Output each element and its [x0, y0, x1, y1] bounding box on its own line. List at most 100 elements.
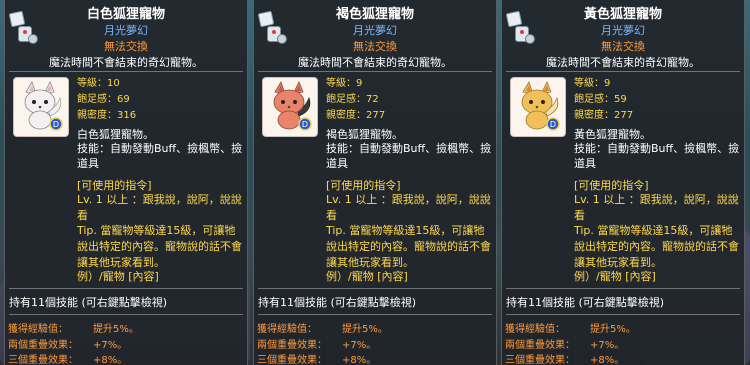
skill-count: 持有11個技能 (可右鍵點擊檢視) — [9, 296, 168, 309]
bonus-label: 獲得經驗值： — [505, 324, 565, 335]
bonus-label: 獲得經驗值： — [8, 324, 68, 335]
command-example: 例）/寵物 [內容] — [326, 270, 408, 283]
fullness-label: 飽足感： — [326, 94, 366, 105]
pet-skills: 技能：自動發動Buff、撿楓幣、撿道具 — [77, 142, 243, 170]
command-tip: Tip. 當寵物等級達15級，可讓牠說出特定的內容。寵物說的話不會讓其他玩家看到… — [326, 224, 491, 269]
svg-text:D: D — [53, 120, 59, 129]
commands-title: [可使用的指令] — [574, 179, 649, 192]
divider — [9, 71, 243, 72]
commands-title: [可使用的指令] — [77, 179, 152, 192]
pet-stats: 等級：10 飽足感：69 親密度：316 — [77, 76, 136, 124]
command-example: 例）/寵物 [內容] — [574, 270, 656, 283]
pet-portrait: D — [13, 77, 69, 137]
level-value: 9 — [356, 78, 363, 89]
trade-status: 無法交換 — [353, 40, 397, 53]
pet-tooltip-white-fox: 白色狐狸寵物 月光夢幻 無法交換 魔法時間不會結束的奇幻寵物。 D 等級：10 … — [4, 0, 248, 365]
divider — [258, 314, 492, 315]
command-level-1: Lv. 1 以上 ：跟我說，說阿，說說看 — [77, 193, 242, 222]
pet-portrait: D — [262, 77, 318, 137]
divider — [506, 71, 740, 72]
fullness-value: 59 — [614, 94, 627, 105]
pet-stats: 等級：9 飽足感：59 親密度：277 — [574, 76, 633, 124]
bonus-row: 獲得經驗值： 提升5%。 — [5, 320, 247, 335]
pet-skills: 技能：自動發動Buff、撿楓幣、撿道具 — [326, 142, 492, 170]
level-label: 等級： — [77, 78, 107, 89]
intimacy-label: 親密度： — [326, 110, 366, 121]
fullness-value: 69 — [117, 94, 130, 105]
bonus-label: 三個重疊效果： — [505, 355, 575, 365]
pet-stats: 等級：9 飽足感：72 親密度：277 — [326, 76, 385, 124]
fullness-value: 72 — [366, 94, 379, 105]
divider — [258, 288, 492, 289]
pet-name-text: 白色狐狸寵物。 — [77, 128, 154, 141]
bonus-value: +8%。 — [342, 355, 377, 365]
divider — [506, 314, 740, 315]
command-example: 例）/寵物 [內容] — [77, 270, 159, 283]
trade-status: 無法交換 — [104, 40, 148, 53]
bonus-row: 三個重疊效果： +8%。 — [502, 351, 744, 365]
bonus-row: 兩個重疊效果： +7%。 — [502, 336, 744, 351]
bonus-label: 兩個重疊效果： — [257, 340, 327, 351]
commands-title: [可使用的指令] — [326, 179, 401, 192]
fox-icon: D — [521, 81, 560, 131]
bonus-label: 三個重疊效果： — [257, 355, 327, 365]
bonus-row: 獲得經驗值： 提升5%。 — [254, 320, 496, 335]
fullness-label: 飽足感： — [574, 94, 614, 105]
divider — [258, 71, 492, 72]
bonus-value: +8%。 — [93, 355, 128, 365]
level-value: 9 — [604, 78, 611, 89]
bonus-label: 兩個重疊效果： — [8, 340, 78, 351]
bonus-row: 三個重疊效果： +8%。 — [254, 351, 496, 365]
bonus-row: 三個重疊效果： +8%。 — [5, 351, 247, 365]
pet-name-text: 黃色狐狸寵物。 — [574, 128, 651, 141]
pet-subtitle: 月光夢幻 — [353, 24, 397, 37]
pet-skills: 技能：自動發動Buff、撿楓幣、撿道具 — [574, 142, 740, 170]
level-label: 等級： — [326, 78, 356, 89]
pet-title: 黃色狐狸寵物 — [583, 7, 662, 22]
trade-status: 無法交換 — [601, 40, 645, 53]
bonus-value: 提升5%。 — [590, 324, 636, 335]
skill-count: 持有11個技能 (可右鍵點擊檢視) — [506, 296, 665, 309]
bonus-row: 獲得經驗值： 提升5%。 — [502, 320, 744, 335]
pet-subtitle: 月光夢幻 — [104, 24, 148, 37]
pet-title: 白色狐狸寵物 — [86, 7, 165, 22]
svg-text:D: D — [302, 120, 308, 129]
divider — [506, 288, 740, 289]
bonus-value: +7%。 — [590, 340, 625, 351]
fullness-label: 飽足感： — [77, 94, 117, 105]
bonus-row: 兩個重疊效果： +7%。 — [254, 336, 496, 351]
pet-description: 魔法時間不會結束的奇幻寵物。 — [546, 56, 700, 69]
command-level-1: Lv. 1 以上 ：跟我說，說阿，說說看 — [326, 193, 491, 222]
fox-icon: D — [273, 81, 312, 131]
bonus-value: 提升5%。 — [342, 324, 388, 335]
pet-title: 褐色狐狸寵物 — [335, 7, 414, 22]
command-tip: Tip. 當寵物等級達15級，可讓牠說出特定的內容。寵物說的話不會讓其他玩家看到… — [77, 224, 242, 269]
pet-description: 魔法時間不會結束的奇幻寵物。 — [49, 56, 203, 69]
svg-text:D: D — [550, 120, 556, 129]
command-level-1: Lv. 1 以上 ：跟我說，說阿，說說看 — [574, 193, 739, 222]
pet-tooltip-brown-fox: 褐色狐狸寵物 月光夢幻 無法交換 魔法時間不會結束的奇幻寵物。 D 等級：9 飽… — [253, 0, 497, 365]
pet-name-text: 褐色狐狸寵物。 — [326, 128, 403, 141]
bonus-value: +7%。 — [93, 340, 128, 351]
divider — [9, 288, 243, 289]
bonus-label: 三個重疊效果： — [8, 355, 78, 365]
intimacy-value: 277 — [614, 110, 634, 121]
bonus-value: +7%。 — [342, 340, 377, 351]
bonus-label: 兩個重疊效果： — [505, 340, 575, 351]
bonus-value: 提升5%。 — [93, 324, 139, 335]
intimacy-label: 親密度： — [574, 110, 614, 121]
bonus-label: 獲得經驗值： — [257, 324, 317, 335]
level-label: 等級： — [574, 78, 604, 89]
divider — [9, 314, 243, 315]
command-tip: Tip. 當寵物等級達15級，可讓牠說出特定的內容。寵物說的話不會讓其他玩家看到… — [574, 224, 739, 269]
level-value: 10 — [107, 78, 120, 89]
pet-subtitle: 月光夢幻 — [601, 24, 645, 37]
pet-tooltip-yellow-fox: 黃色狐狸寵物 月光夢幻 無法交換 魔法時間不會結束的奇幻寵物。 D 等級：9 飽… — [501, 0, 745, 365]
pet-description: 魔法時間不會結束的奇幻寵物。 — [298, 56, 452, 69]
intimacy-value: 316 — [117, 110, 137, 121]
skill-count: 持有11個技能 (可右鍵點擊檢視) — [258, 296, 417, 309]
pet-portrait: D — [510, 77, 566, 137]
bonus-row: 兩個重疊效果： +7%。 — [5, 336, 247, 351]
intimacy-value: 277 — [366, 110, 386, 121]
intimacy-label: 親密度： — [77, 110, 117, 121]
